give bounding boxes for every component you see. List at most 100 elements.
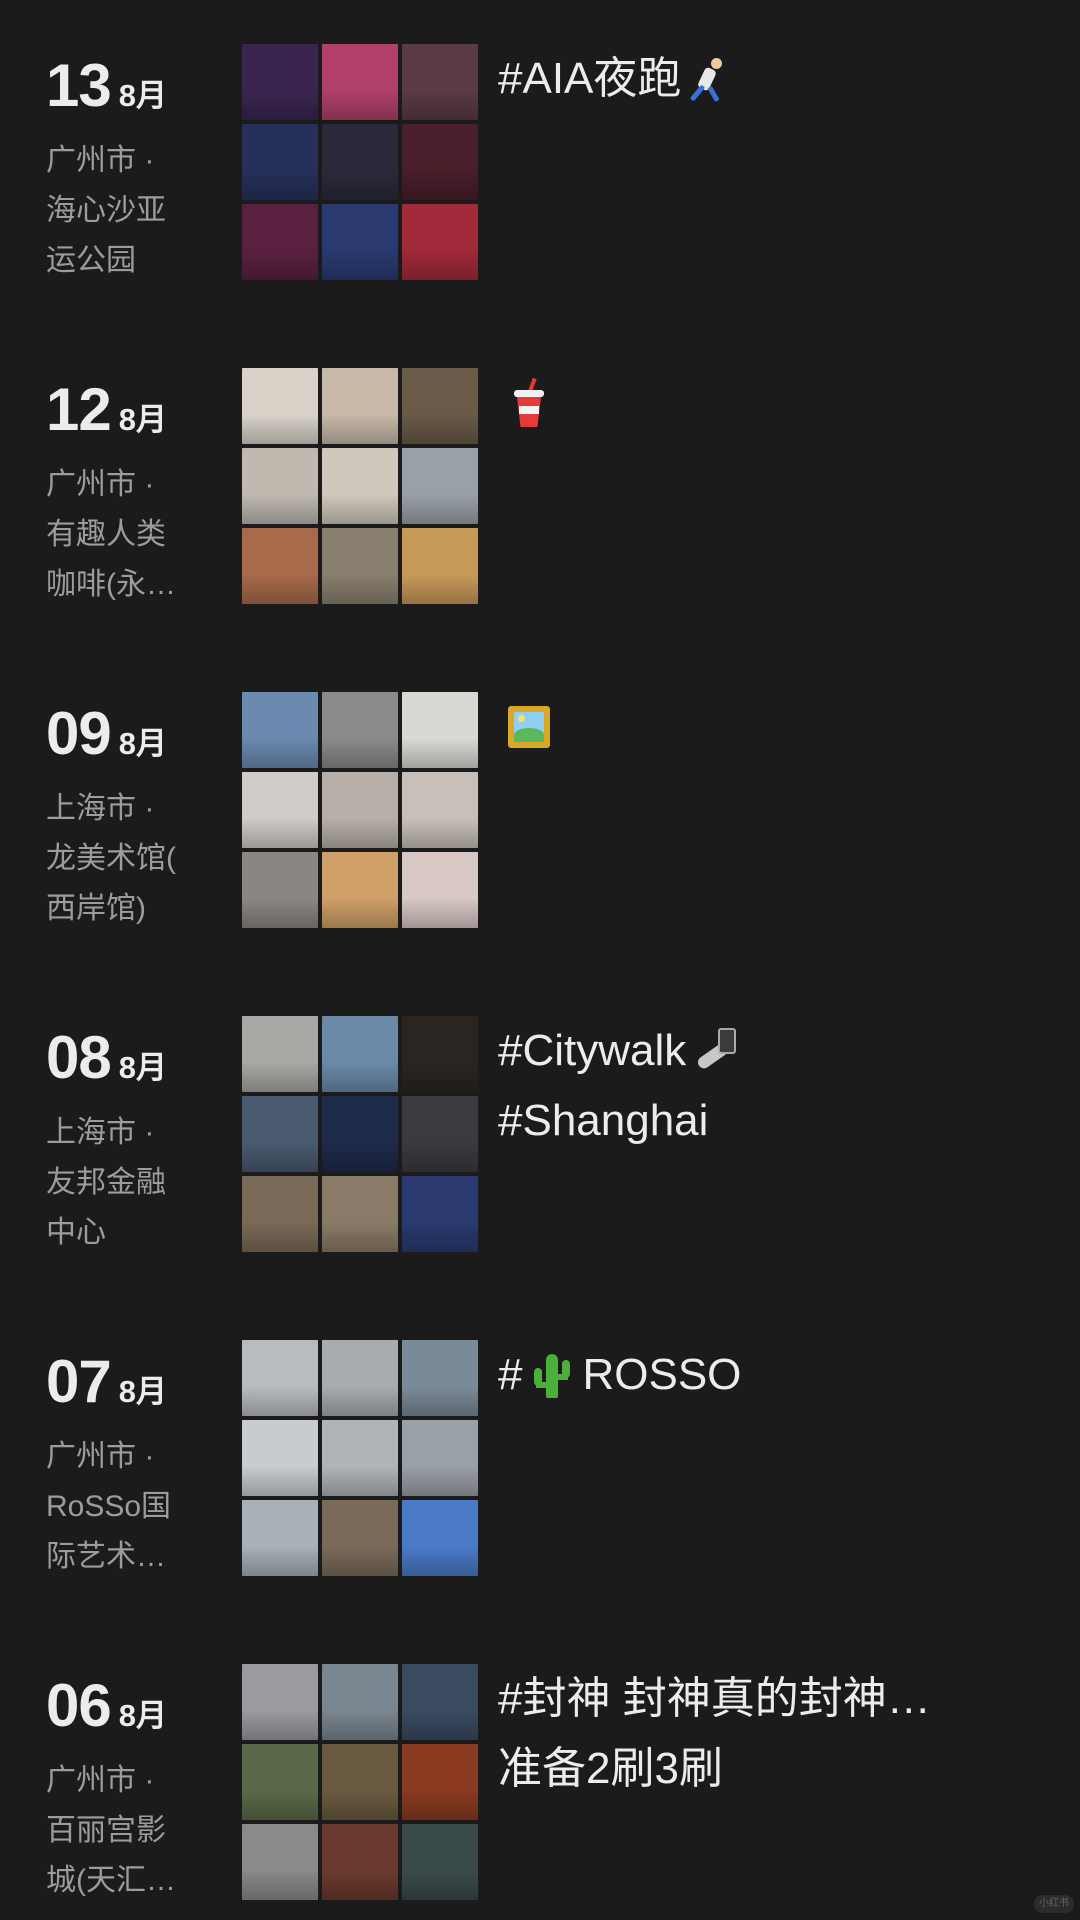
photo-thumbnail[interactable] xyxy=(322,1176,398,1252)
photo-thumbnail[interactable] xyxy=(402,528,478,604)
photo-thumbnail[interactable] xyxy=(402,1500,478,1576)
post-caption[interactable] xyxy=(498,692,1058,762)
photo-thumbnail[interactable] xyxy=(242,1420,318,1496)
photo-thumbnail[interactable] xyxy=(402,1340,478,1416)
post-location[interactable]: 广州市 · RoSSo国 际艺术… xyxy=(46,1432,206,1582)
post-entry[interactable]: 13 8月 广州市 · 海心沙亚 运公园 #AIA夜跑 xyxy=(0,44,1080,306)
post-entry[interactable]: 07 8月 广州市 · RoSSo国 际艺术… # ROSSO xyxy=(0,1340,1080,1602)
post-location[interactable]: 广州市 · 海心沙亚 运公园 xyxy=(46,136,206,286)
photo-thumbnail[interactable] xyxy=(322,528,398,604)
photo-thumbnail[interactable] xyxy=(242,204,318,280)
photo-thumbnail[interactable] xyxy=(322,852,398,928)
post-caption[interactable]: #Citywalk #Shanghai xyxy=(498,1016,1058,1156)
post-entry[interactable]: 12 8月 广州市 · 有趣人类 咖啡(永… xyxy=(0,368,1080,630)
photo-grid[interactable] xyxy=(242,1340,478,1576)
photo-thumbnail[interactable] xyxy=(322,1340,398,1416)
post-date: 12 8月 xyxy=(46,380,167,450)
photo-thumbnail[interactable] xyxy=(322,692,398,768)
photo-grid[interactable] xyxy=(242,44,478,280)
photo-thumbnail[interactable] xyxy=(322,1016,398,1092)
photo-thumbnail[interactable] xyxy=(242,1744,318,1820)
post-location[interactable]: 广州市 · 有趣人类 咖啡(永… xyxy=(46,460,206,610)
location-line: 友邦金融 xyxy=(46,1166,166,1199)
photo-thumbnail[interactable] xyxy=(242,772,318,848)
photo-thumbnail[interactable] xyxy=(402,1096,478,1172)
photo-thumbnail[interactable] xyxy=(242,1824,318,1900)
caption-line: #封神 封神真的封神… xyxy=(498,1664,1058,1734)
photo-thumbnail[interactable] xyxy=(402,124,478,200)
photo-thumbnail[interactable] xyxy=(322,772,398,848)
post-day: 12 xyxy=(46,376,112,443)
photo-thumbnail[interactable] xyxy=(322,1744,398,1820)
location-line: 运公园 xyxy=(46,244,136,277)
location-line: 咖啡(永… xyxy=(46,568,176,601)
photo-thumbnail[interactable] xyxy=(322,1664,398,1740)
photo-thumbnail[interactable] xyxy=(242,852,318,928)
photo-thumbnail[interactable] xyxy=(242,1664,318,1740)
photo-thumbnail[interactable] xyxy=(322,448,398,524)
watermark: 小红书 xyxy=(1034,1895,1074,1913)
photo-thumbnail[interactable] xyxy=(402,1016,478,1092)
post-caption[interactable] xyxy=(498,368,1058,438)
post-entry[interactable]: 06 8月 广州市 · 百丽宫影 城(天汇… #封神 封神真的封神… 准备2刷3刷 xyxy=(0,1664,1080,1920)
caption-text: # xyxy=(498,1350,523,1399)
post-location[interactable]: 广州市 · 百丽宫影 城(天汇… xyxy=(46,1756,206,1906)
photo-thumbnail[interactable] xyxy=(242,368,318,444)
photo-thumbnail[interactable] xyxy=(242,1096,318,1172)
photo-grid[interactable] xyxy=(242,692,478,928)
photo-thumbnail[interactable] xyxy=(242,448,318,524)
photo-thumbnail[interactable] xyxy=(322,44,398,120)
photo-thumbnail[interactable] xyxy=(242,692,318,768)
post-caption[interactable]: #AIA夜跑 xyxy=(498,44,1058,114)
photo-thumbnail[interactable] xyxy=(242,1016,318,1092)
post-location[interactable]: 上海市 · 龙美术馆(西岸馆) xyxy=(46,784,206,934)
photo-thumbnail[interactable] xyxy=(402,44,478,120)
caption-line: 准备2刷3刷 xyxy=(498,1734,1058,1804)
photo-thumbnail[interactable] xyxy=(322,124,398,200)
caption-text: 准备2刷3刷 xyxy=(498,1744,723,1793)
photo-thumbnail[interactable] xyxy=(242,124,318,200)
post-location[interactable]: 上海市 · 友邦金融 中心 xyxy=(46,1108,206,1258)
photo-thumbnail[interactable] xyxy=(402,368,478,444)
photo-thumbnail[interactable] xyxy=(242,44,318,120)
photo-grid[interactable] xyxy=(242,1016,478,1252)
post-month: 8月 xyxy=(118,1050,167,1085)
photo-thumbnail[interactable] xyxy=(242,1500,318,1576)
photo-grid[interactable] xyxy=(242,368,478,604)
photo-thumbnail[interactable] xyxy=(402,448,478,524)
photo-thumbnail[interactable] xyxy=(402,204,478,280)
location-line: 际艺术… xyxy=(46,1540,166,1573)
photo-thumbnail[interactable] xyxy=(402,1420,478,1496)
post-date: 08 8月 xyxy=(46,1028,167,1098)
post-caption[interactable]: #封神 封神真的封神… 准备2刷3刷 xyxy=(498,1664,1058,1804)
post-caption[interactable]: # ROSSO xyxy=(498,1340,1058,1410)
photo-thumbnail[interactable] xyxy=(242,1176,318,1252)
photo-grid[interactable] xyxy=(242,1664,478,1900)
photo-thumbnail[interactable] xyxy=(402,692,478,768)
post-day: 13 xyxy=(46,52,112,119)
photo-thumbnail[interactable] xyxy=(322,1096,398,1172)
location-line: 海心沙亚 xyxy=(46,194,166,227)
photo-thumbnail[interactable] xyxy=(322,204,398,280)
location-line: 广州市 · xyxy=(46,1440,155,1473)
post-entry[interactable]: 09 8月 上海市 · 龙美术馆(西岸馆) xyxy=(0,692,1080,954)
photo-thumbnail[interactable] xyxy=(242,1340,318,1416)
photo-thumbnail[interactable] xyxy=(322,368,398,444)
photo-thumbnail[interactable] xyxy=(322,1824,398,1900)
location-line: RoSSo国 xyxy=(46,1490,172,1523)
photo-thumbnail[interactable] xyxy=(402,1824,478,1900)
caption-text-after: ROSSO xyxy=(582,1350,742,1399)
photo-thumbnail[interactable] xyxy=(322,1500,398,1576)
caption-line xyxy=(498,692,1058,762)
location-line: 有趣人类 xyxy=(46,518,166,551)
photo-thumbnail[interactable] xyxy=(402,772,478,848)
photo-thumbnail[interactable] xyxy=(242,528,318,604)
post-entry[interactable]: 08 8月上海市 · 友邦金融 中心 #Citywalk #Shanghai xyxy=(0,1016,1080,1278)
photo-thumbnail[interactable] xyxy=(322,1420,398,1496)
photo-thumbnail[interactable] xyxy=(402,1664,478,1740)
photo-thumbnail[interactable] xyxy=(402,1744,478,1820)
post-day: 09 xyxy=(46,700,112,767)
caption-line: # ROSSO xyxy=(498,1340,1058,1410)
photo-thumbnail[interactable] xyxy=(402,1176,478,1252)
photo-thumbnail[interactable] xyxy=(402,852,478,928)
